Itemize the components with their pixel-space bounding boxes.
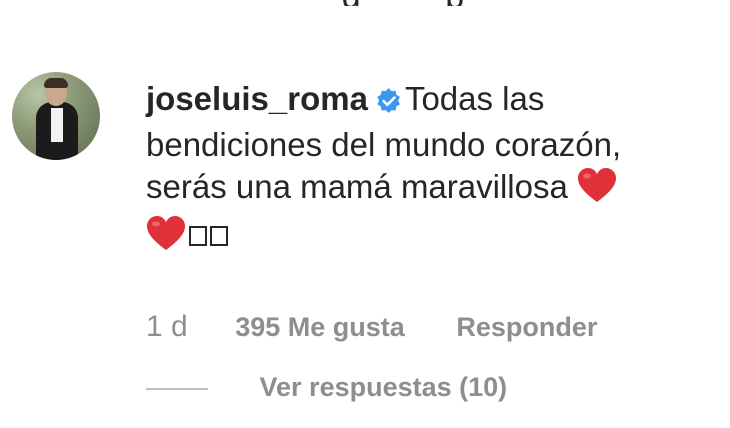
red-heart-icon: [146, 216, 186, 262]
replies-divider: [146, 387, 208, 390]
verified-badge-icon: [376, 82, 402, 124]
comment-timestamp: 1 d: [146, 310, 188, 343]
view-replies-button[interactable]: Ver respuestas (10): [260, 372, 508, 402]
missing-glyph-icon: [210, 226, 228, 246]
view-replies-row[interactable]: Ver respuestas (10): [146, 372, 507, 403]
comment-text: joseluis_roma Todas las bendiciones del m…: [146, 78, 706, 262]
comment-username[interactable]: joseluis_roma: [146, 80, 368, 117]
previous-comment-fragment: g p: [300, 0, 630, 6]
comment-meta: 1 d 395 Me gusta Responder: [146, 310, 597, 344]
missing-glyph-icon: [189, 226, 207, 246]
likes-count-button[interactable]: 395 Me gusta: [235, 312, 405, 342]
avatar[interactable]: [12, 72, 100, 160]
red-heart-icon: [577, 168, 617, 214]
reply-button[interactable]: Responder: [456, 312, 597, 342]
